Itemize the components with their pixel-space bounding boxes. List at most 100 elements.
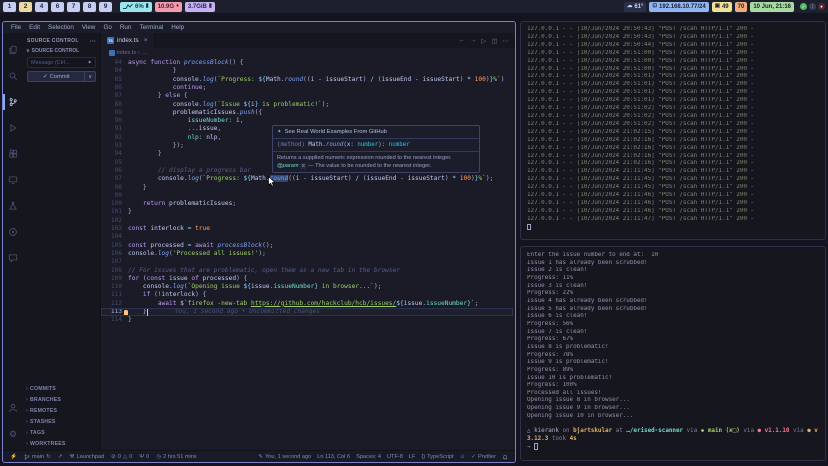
hand-icon[interactable]: ⁚: [809, 3, 816, 10]
menu-view[interactable]: View: [82, 24, 96, 31]
activity-testing-beaker-icon[interactable]: [3, 193, 23, 219]
code-line: 84 }: [101, 67, 513, 75]
forward-icon[interactable]: →: [470, 37, 477, 44]
activity-chat-icon[interactable]: [3, 245, 23, 271]
code-line: 103const interlock = true: [101, 225, 513, 233]
back-icon[interactable]: ←: [458, 37, 465, 44]
testing-beaker-icon: [8, 201, 18, 211]
more-actions-icon[interactable]: ⋯: [90, 38, 96, 45]
terminal-window-scrubber[interactable]: Enter the issue number to end at: 10Issu…: [520, 246, 826, 461]
check-circle-icon[interactable]: ✓: [800, 3, 807, 10]
workspace-6[interactable]: 6: [51, 2, 64, 12]
section-label: TAGS: [30, 430, 45, 436]
section-worktrees[interactable]: ›WORKTREES: [23, 438, 100, 449]
eol[interactable]: LF: [409, 454, 416, 460]
section-branches[interactable]: ›BRANCHES: [23, 394, 100, 405]
menu-edit[interactable]: Edit: [29, 24, 40, 31]
blame-status[interactable]: ✎You, 1 second ago: [258, 454, 311, 460]
code-line: 110 console.log(`Opening issue ${issue.i…: [101, 283, 513, 291]
activity-run-debug-icon[interactable]: [3, 115, 23, 141]
activity-record-circle-icon[interactable]: [3, 219, 23, 245]
menu-file[interactable]: File: [11, 24, 21, 31]
remote-indicator[interactable]: ⚡: [10, 454, 17, 460]
port-status[interactable]: Ψ0: [139, 454, 149, 460]
workspace-1[interactable]: 1: [3, 2, 16, 12]
disk-widget-value: 3.7GiB: [188, 4, 207, 10]
line-number: 94: [101, 150, 122, 158]
brightness-widget: ▣49: [712, 2, 732, 12]
section-commits[interactable]: ›COMMITS: [23, 383, 100, 394]
log-line: 127.0.0.1 - - [10/Jun/2024 21:02:15] "PO…: [527, 129, 823, 137]
log-line: 127.0.0.1 - - [10/Jun/2024 20:51:01] "PO…: [527, 89, 823, 97]
log-line: 127.0.0.1 - - [10/Jun/2024 21:11:46] "PO…: [527, 208, 823, 216]
wakatime-status[interactable]: ◷2 hrs 51 mins: [156, 454, 196, 460]
vscode-window: File Edit Selection View Go Run Terminal Help ⚙…: [2, 21, 516, 463]
terminal-window-server-log[interactable]: 127.0.0.1 - - [10/Jun/2024 20:50:43] "PO…: [520, 21, 826, 240]
activity-account-icon[interactable]: [3, 395, 23, 421]
publish-status[interactable]: ↗: [58, 454, 63, 460]
encoding[interactable]: UTF-8: [387, 454, 403, 460]
blame-pencil-icon: ✎: [258, 454, 263, 460]
commit-dropdown-chevron[interactable]: ∨: [84, 72, 95, 81]
breadcrumb[interactable]: index.ts › …: [101, 48, 515, 57]
section-remotes[interactable]: ›REMOTES: [23, 405, 100, 416]
activity-remote-explorer-icon[interactable]: [3, 167, 23, 193]
run-icon[interactable]: ▷: [481, 37, 486, 45]
workspace-4[interactable]: 4: [35, 2, 48, 12]
activity-source-control-icon[interactable]: [3, 89, 23, 115]
tab-index-ts[interactable]: TS index.ts ×: [101, 33, 155, 48]
activity-explorer-icon[interactable]: [3, 37, 23, 63]
menu-go[interactable]: Go: [103, 24, 111, 31]
lightbulb-icon[interactable]: [124, 310, 128, 315]
language-mode[interactable]: {}TypeScript: [421, 454, 453, 460]
sparkle-icon[interactable]: ✦: [87, 60, 92, 66]
menu-help[interactable]: Help: [171, 24, 184, 31]
line-number: 85: [101, 76, 122, 84]
section-tags[interactable]: ›TAGS: [23, 427, 100, 438]
log-line: 127.0.0.1 - - [10/Jun/2024 21:02:16] "PO…: [527, 160, 823, 168]
terminal-output-line: Issue 10 is problematic!: [527, 375, 821, 383]
menu-terminal[interactable]: Terminal: [139, 24, 163, 31]
code-editor[interactable]: 44async function processBlock() {84 }85 …: [101, 57, 515, 450]
section-stashes[interactable]: ›STASHES: [23, 416, 100, 427]
workspace-2[interactable]: 2: [19, 2, 32, 12]
indentation[interactable]: Spaces: 4: [356, 454, 381, 460]
source-control-section-header[interactable]: ∨ SOURCE CONTROL: [23, 46, 100, 55]
log-line: 127.0.0.1 - - [10/Jun/2024 20:51:02] "PO…: [527, 113, 823, 121]
line-number: 44: [101, 59, 122, 67]
editor-group: TS index.ts × ← → ▷ ◫ ⋯ index.ts › … 44async…: [101, 33, 515, 450]
cursor-position[interactable]: Ln 113, Col 6: [317, 454, 350, 460]
git-branch-status[interactable]: main↻: [24, 454, 51, 460]
brightness-widget-value: 49: [722, 4, 729, 10]
line-number: 92: [101, 134, 122, 142]
terminal-output-line: Issue 3 is clean!: [527, 283, 821, 291]
activity-settings-gear-icon[interactable]: ⚙: [3, 421, 23, 447]
menu-selection[interactable]: Selection: [48, 24, 74, 31]
activity-extensions-icon[interactable]: [3, 141, 23, 167]
notifications[interactable]: [502, 454, 508, 460]
git-blame-annotation: You, 1 second ago • Uncommitted changes: [175, 308, 320, 315]
record-circle-icon: [8, 227, 18, 237]
log-line: 127.0.0.1 - - [10/Jun/2024 20:50:43] "PO…: [527, 34, 823, 42]
problems-status[interactable]: ⊘0△0: [111, 454, 132, 460]
line-number: 112: [101, 300, 122, 308]
menu-run[interactable]: Run: [120, 24, 132, 31]
split-editor-icon[interactable]: ◫: [491, 37, 497, 45]
commit-button[interactable]: ✓ Commit ∨: [27, 71, 96, 82]
activity-search-icon[interactable]: [3, 63, 23, 89]
launchpad-status[interactable]: ⚒Launchpad: [69, 454, 104, 460]
workspace-8[interactable]: 8: [83, 2, 96, 12]
record-icon[interactable]: ●: [818, 3, 825, 10]
section-label: COMMITS: [30, 386, 56, 392]
more-actions-icon[interactable]: ⋯: [503, 37, 510, 45]
explorer-icon: [8, 45, 18, 55]
feedback[interactable]: ☺: [460, 454, 466, 460]
workspace-7[interactable]: 7: [67, 2, 80, 12]
workspace-9[interactable]: 9: [99, 2, 112, 12]
chevron-right-icon: ›: [26, 430, 28, 436]
close-icon[interactable]: ×: [144, 37, 148, 44]
commit-message-input[interactable]: Message (Ctrl... ✦: [27, 57, 96, 68]
hover-header-link[interactable]: See Real World Examples From GitHub: [285, 129, 387, 135]
terminal-output-line: Opening issue 8 in browser...: [527, 397, 821, 405]
prettier-status[interactable]: ✓Prettier: [471, 454, 496, 460]
